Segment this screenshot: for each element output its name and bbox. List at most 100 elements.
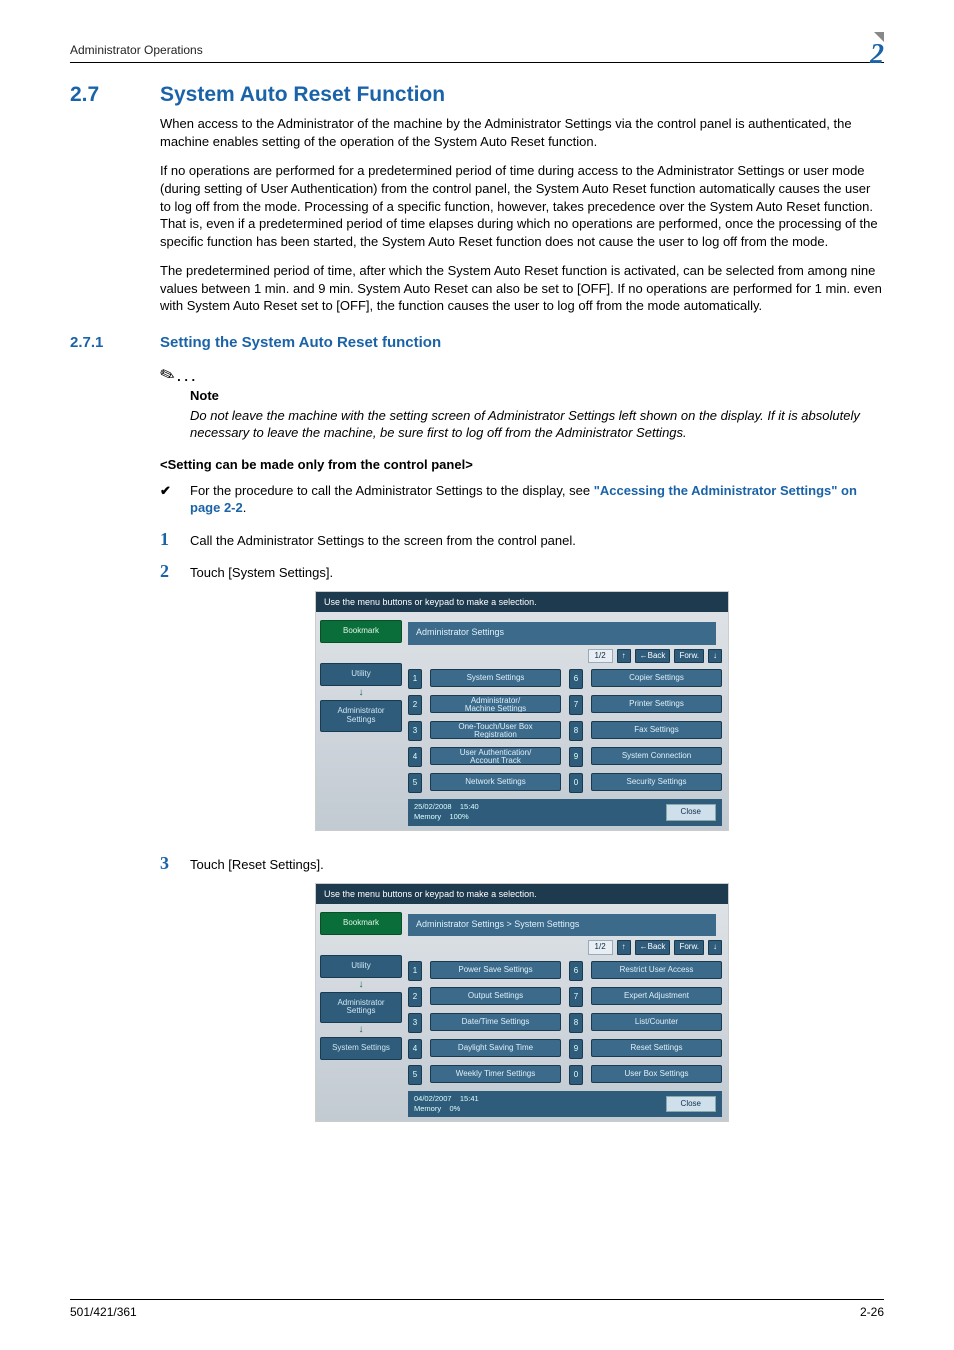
- menu-item[interactable]: Date/Time Settings: [430, 1013, 561, 1031]
- menu-item[interactable]: Printer Settings: [591, 695, 722, 713]
- paragraph: If no operations are performed for a pre…: [160, 162, 884, 250]
- procedure-intro-tail: .: [243, 500, 247, 515]
- admin-settings-button[interactable]: Administrator Settings: [320, 700, 402, 732]
- menu-key[interactable]: 6: [569, 669, 583, 689]
- menu-grid: 1 System Settings 6 Copier Settings 2 Ad…: [408, 669, 722, 793]
- chapter-tab: 2: [858, 38, 884, 64]
- footer-memory: 0%: [449, 1104, 460, 1113]
- arrow-down-icon: ↓: [320, 690, 402, 696]
- menu-key[interactable]: 5: [408, 773, 422, 793]
- menu-key[interactable]: 2: [408, 987, 422, 1007]
- back-button[interactable]: ←Back: [635, 649, 671, 664]
- step-number: 1: [160, 527, 174, 551]
- menu-item[interactable]: Weekly Timer Settings: [430, 1065, 561, 1083]
- bookmark-button[interactable]: Bookmark: [320, 620, 402, 643]
- running-title: Administrator Operations: [70, 42, 203, 58]
- breadcrumb: Administrator Settings > System Settings: [408, 914, 716, 936]
- step-text: Touch [System Settings].: [190, 564, 333, 582]
- menu-item[interactable]: User Box Settings: [591, 1065, 722, 1083]
- paragraph: When access to the Administrator of the …: [160, 115, 884, 150]
- subsection-title: Setting the System Auto Reset function: [160, 333, 441, 353]
- pager: 1/2 ↑ ←Back Forw. ↓: [408, 649, 722, 664]
- footer-memory-label: Memory: [414, 1104, 441, 1113]
- menu-key[interactable]: 9: [569, 747, 583, 767]
- menu-item[interactable]: Administrator/ Machine Settings: [430, 695, 561, 713]
- menu-key[interactable]: 4: [408, 1039, 422, 1059]
- back-button[interactable]: ←Back: [635, 940, 671, 955]
- menu-item[interactable]: Copier Settings: [591, 669, 722, 687]
- step-text: Call the Administrator Settings to the s…: [190, 532, 576, 550]
- running-header: Administrator Operations 2: [70, 32, 884, 63]
- breadcrumb: Administrator Settings: [408, 622, 716, 644]
- menu-item[interactable]: Network Settings: [430, 773, 561, 791]
- note-text: Do not leave the machine with the settin…: [190, 407, 884, 442]
- menu-key[interactable]: 1: [408, 961, 422, 981]
- step-text: Touch [Reset Settings].: [190, 856, 324, 874]
- menu-key[interactable]: 7: [569, 695, 583, 715]
- menu-key[interactable]: 2: [408, 695, 422, 715]
- menu-key[interactable]: 5: [408, 1065, 422, 1085]
- bookmark-button[interactable]: Bookmark: [320, 912, 402, 935]
- close-button[interactable]: Close: [666, 804, 716, 821]
- menu-key[interactable]: 6: [569, 961, 583, 981]
- footer-time: 15:40: [460, 802, 479, 811]
- forward-button[interactable]: Forw.: [674, 940, 704, 955]
- next-page-button[interactable]: ↓: [708, 649, 722, 664]
- menu-key[interactable]: 3: [408, 1013, 422, 1033]
- prev-page-button[interactable]: ↑: [617, 649, 631, 664]
- paragraph: The predetermined period of time, after …: [160, 262, 884, 315]
- footer-time: 15:41: [460, 1094, 479, 1103]
- device-screenshot-2: Use the menu buttons or keypad to make a…: [315, 883, 729, 1122]
- menu-item[interactable]: One-Touch/User Box Registration: [430, 721, 561, 739]
- menu-item[interactable]: Power Save Settings: [430, 961, 561, 979]
- menu-item[interactable]: System Connection: [591, 747, 722, 765]
- menu-item[interactable]: Security Settings: [591, 773, 722, 791]
- page-indicator: 1/2: [588, 940, 613, 955]
- next-page-button[interactable]: ↓: [708, 940, 722, 955]
- arrow-down-icon: ↓: [320, 1027, 402, 1033]
- note-label: Note: [190, 387, 884, 405]
- note-dots: . . .: [177, 369, 195, 384]
- utility-button[interactable]: Utility: [320, 663, 402, 686]
- menu-key[interactable]: 0: [569, 1065, 583, 1085]
- close-button[interactable]: Close: [666, 1096, 716, 1113]
- utility-button[interactable]: Utility: [320, 955, 402, 978]
- step: 2 Touch [System Settings].: [160, 559, 884, 583]
- menu-item[interactable]: Reset Settings: [591, 1039, 722, 1057]
- menu-key[interactable]: 4: [408, 747, 422, 767]
- menu-item[interactable]: Fax Settings: [591, 721, 722, 739]
- model-number: 501/421/361: [70, 1304, 137, 1320]
- menu-key[interactable]: 8: [569, 721, 583, 741]
- menu-grid: 1 Power Save Settings 6 Restrict User Ac…: [408, 961, 722, 1085]
- screen-instruction: Use the menu buttons or keypad to make a…: [316, 592, 728, 612]
- forward-button[interactable]: Forw.: [674, 649, 704, 664]
- menu-item[interactable]: Expert Adjustment: [591, 987, 722, 1005]
- step: 3 Touch [Reset Settings].: [160, 851, 884, 875]
- menu-key[interactable]: 9: [569, 1039, 583, 1059]
- prev-page-button[interactable]: ↑: [617, 940, 631, 955]
- system-settings-button[interactable]: System Settings: [320, 1037, 402, 1060]
- section-title: System Auto Reset Function: [160, 81, 445, 109]
- menu-key[interactable]: 7: [569, 987, 583, 1007]
- menu-key[interactable]: 8: [569, 1013, 583, 1033]
- menu-item[interactable]: System Settings: [430, 669, 561, 687]
- footer-date: 25/02/2008: [414, 802, 452, 811]
- subsection-heading: 2.7.1 Setting the System Auto Reset func…: [70, 333, 884, 353]
- menu-item[interactable]: List/Counter: [591, 1013, 722, 1031]
- menu-key[interactable]: 3: [408, 721, 422, 741]
- screen-instruction: Use the menu buttons or keypad to make a…: [316, 884, 728, 904]
- screen-footer: 25/02/2008 15:40 Memory 100% Close: [408, 799, 722, 825]
- menu-item[interactable]: User Authentication/ Account Track: [430, 747, 561, 765]
- menu-item[interactable]: Daylight Saving Time: [430, 1039, 561, 1057]
- menu-key[interactable]: 1: [408, 669, 422, 689]
- menu-key[interactable]: 0: [569, 773, 583, 793]
- subsection-number: 2.7.1: [70, 333, 124, 353]
- page-number: 2-26: [860, 1304, 884, 1320]
- admin-settings-button[interactable]: Administrator Settings: [320, 992, 402, 1024]
- menu-item[interactable]: Restrict User Access: [591, 961, 722, 979]
- menu-item[interactable]: Output Settings: [430, 987, 561, 1005]
- procedure-intro-text: For the procedure to call the Administra…: [190, 483, 594, 498]
- step: 1 Call the Administrator Settings to the…: [160, 527, 884, 551]
- footer-date: 04/02/2007: [414, 1094, 452, 1103]
- procedure-intro: ✔ For the procedure to call the Administ…: [160, 482, 884, 517]
